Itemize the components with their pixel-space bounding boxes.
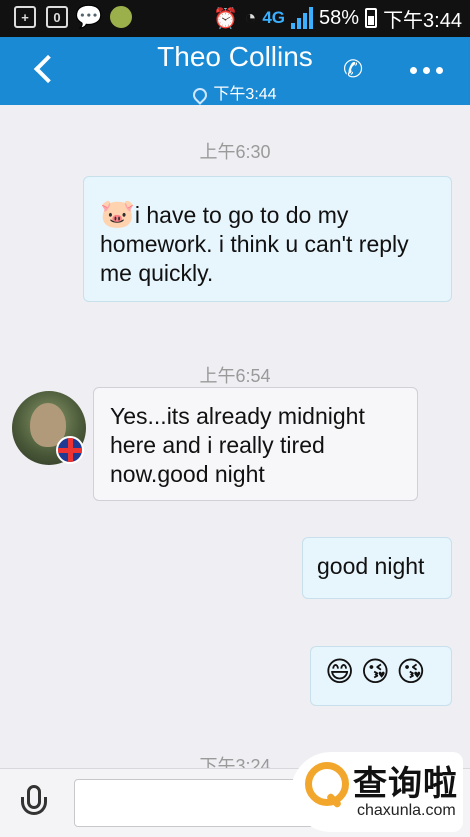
message-text: Yes...its already midnight here and i re… — [110, 403, 365, 487]
kissing-emoji-icon: 😘 — [360, 656, 390, 687]
location-time: 下午3:44 — [213, 86, 277, 103]
grinning-emoji-icon: 😄 — [325, 656, 355, 687]
battery-percent: 58% — [319, 6, 360, 29]
outgoing-emoji-bubble[interactable]: 😄 😘 😘 — [310, 646, 452, 706]
pig-emoji-icon: 🐷 — [100, 198, 135, 229]
network-type: 4G — [262, 8, 286, 27]
wechat-icon: 💬 — [75, 4, 103, 29]
timestamp: 上午6:54 — [199, 366, 271, 386]
dot-icon — [422, 66, 430, 74]
dot-icon — [435, 66, 443, 74]
more-options-button[interactable] — [404, 55, 448, 85]
contact-name: Theo Collins — [157, 41, 313, 72]
watermark-site: chaxunla.com — [357, 802, 456, 819]
voice-input-button[interactable] — [18, 785, 52, 829]
wifi-icon: ◔ — [244, 6, 257, 29]
storage-notification-icon: 0 — [46, 6, 68, 28]
kissing-emoji-icon: 😘 — [396, 656, 426, 687]
chat-header: Theo Collins 下午3:44 ✆ — [0, 37, 470, 105]
status-bar: + 0 💬 ⏰ ◔ 4G 58% 下午3:44 — [0, 0, 470, 37]
alarm-icon: ⏰ — [213, 7, 239, 30]
system-indicators: ⏰ ◔ 4G 58% 下午3:44 — [213, 4, 462, 32]
location-status: 下午3:44 — [0, 80, 470, 105]
search-logo-icon — [305, 762, 349, 806]
phone-icon: ✆ — [342, 56, 364, 83]
outgoing-message-bubble[interactable]: 🐷i have to go to do my homework. i think… — [83, 176, 452, 302]
signal-icon — [291, 7, 314, 29]
clock: 下午3:44 — [383, 9, 462, 32]
notification-icons: + 0 💬 — [14, 4, 132, 29]
app-notification-icon — [110, 6, 132, 28]
watermark: 查询啦 chaxunla.com — [291, 752, 463, 832]
dot-icon — [409, 66, 417, 74]
call-button[interactable]: ✆ — [338, 55, 368, 85]
timestamp: 上午6:30 — [199, 142, 271, 162]
message-text: i have to go to do my homework. i think … — [100, 202, 409, 286]
message-input[interactable] — [74, 779, 328, 827]
location-pin-icon — [190, 84, 211, 105]
outgoing-message-bubble[interactable]: good night — [302, 537, 452, 599]
battery-icon — [365, 8, 378, 28]
plus-notification-icon: + — [14, 6, 36, 28]
watermark-chinese: 查询啦 — [353, 764, 458, 804]
uk-flag-icon — [56, 436, 84, 464]
incoming-message-bubble[interactable]: Yes...its already midnight here and i re… — [93, 387, 418, 501]
message-text: good night — [317, 553, 425, 579]
